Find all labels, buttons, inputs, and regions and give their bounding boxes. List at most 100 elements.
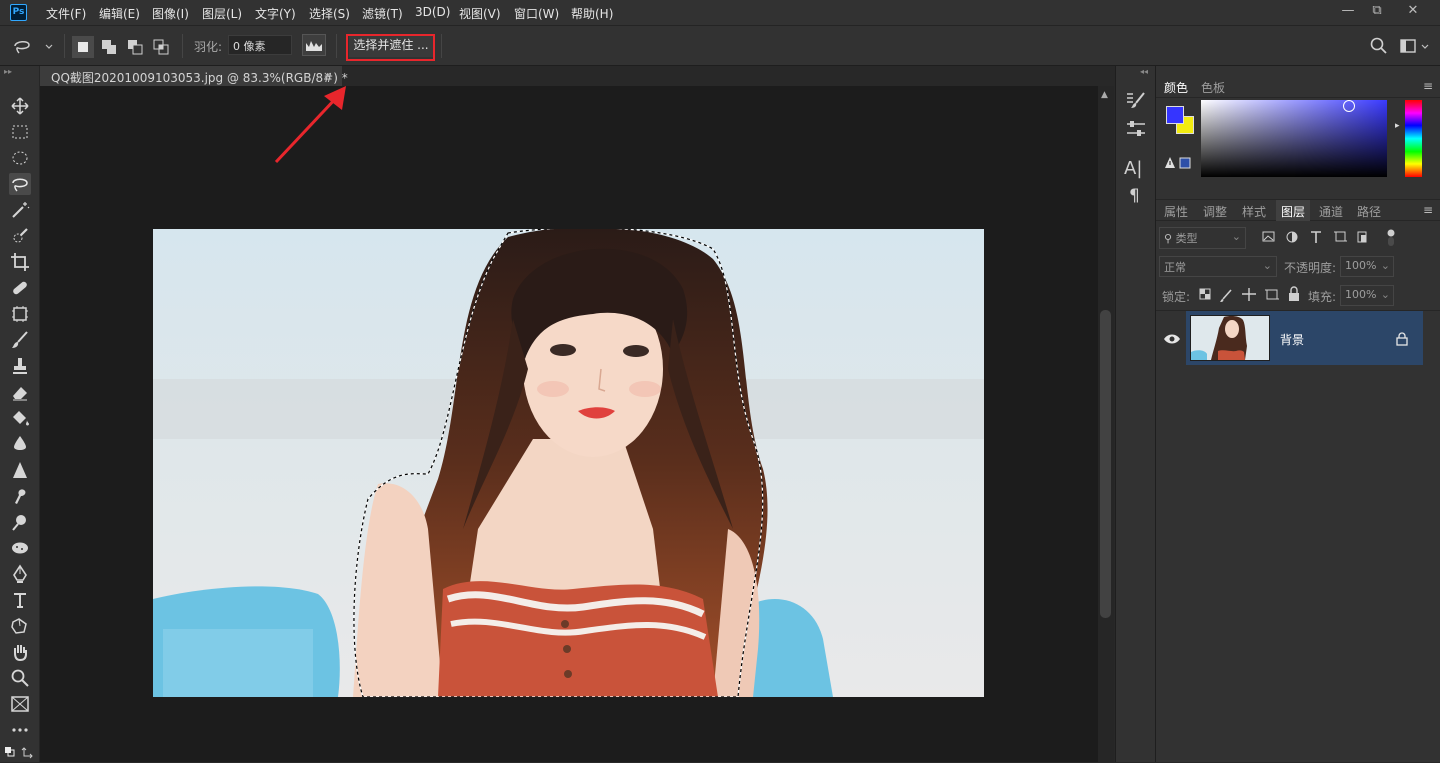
- bucket-icon: [13, 411, 29, 426]
- scrollbar-thumb[interactable]: [1100, 310, 1111, 618]
- sliders-icon: [1127, 121, 1145, 136]
- menu-window[interactable]: 窗口(W): [514, 5, 559, 22]
- tab-paths[interactable]: 路径: [1357, 203, 1381, 220]
- pen-tool[interactable]: [9, 563, 31, 585]
- filter-type-icons[interactable]: [1261, 229, 1401, 247]
- chevron-down-icon: ⌄: [1262, 259, 1272, 272]
- layer-lock-indicator: [1396, 332, 1408, 346]
- opacity-label: 不透明度:: [1284, 261, 1337, 275]
- path-selection-tool[interactable]: [9, 615, 31, 637]
- quick-selection-tool[interactable]: [9, 225, 31, 247]
- move-tool[interactable]: [9, 95, 31, 117]
- crop-tool[interactable]: [9, 251, 31, 273]
- more-icon: [12, 728, 28, 732]
- color-picker-field[interactable]: [1201, 100, 1387, 177]
- menu-view[interactable]: 视图(V): [459, 5, 501, 22]
- workspace-switcher[interactable]: [1398, 36, 1432, 56]
- menu-type[interactable]: 文字(Y): [255, 5, 296, 22]
- layer-name[interactable]: 背景: [1280, 331, 1304, 348]
- tool-preset-picker[interactable]: [10, 34, 54, 58]
- layer-thumbnail: [1190, 315, 1270, 361]
- type-tool[interactable]: [9, 589, 31, 611]
- pen-icon: [13, 564, 27, 583]
- layer-filter-select[interactable]: ⚲ 类型 ⌄: [1159, 227, 1246, 249]
- menu-select[interactable]: 选择(S): [309, 5, 350, 22]
- blur-tool[interactable]: [9, 433, 31, 455]
- color-panel-header: [1156, 76, 1440, 98]
- opacity-value: 100%: [1345, 259, 1377, 272]
- rect-marquee-icon: [12, 125, 28, 139]
- menu-layer[interactable]: 图层(L): [202, 5, 242, 22]
- foreground-color-chip[interactable]: [1166, 106, 1184, 124]
- brush-settings-button[interactable]: [1124, 90, 1148, 112]
- menu-3d[interactable]: 3D(D): [415, 5, 450, 19]
- smudge-tool[interactable]: [9, 485, 31, 507]
- intersect-selection-button[interactable]: [150, 36, 172, 58]
- subtract-selection-button[interactable]: [124, 36, 146, 58]
- tab-styles[interactable]: 样式: [1242, 203, 1266, 220]
- add-selection-button[interactable]: [98, 36, 120, 58]
- edit-toolbar-button[interactable]: [9, 719, 31, 741]
- magic-wand-tool[interactable]: [9, 199, 31, 221]
- restore-button[interactable]: ⧉: [1362, 0, 1392, 24]
- character-icon: A|: [1124, 158, 1143, 179]
- healing-brush-tool[interactable]: [9, 277, 31, 299]
- menu-filter[interactable]: 滤镜(T): [362, 5, 403, 22]
- close-window-button[interactable]: ✕: [1398, 0, 1428, 24]
- default-colors-swap[interactable]: [4, 744, 36, 760]
- tab-swatches[interactable]: 色板: [1201, 79, 1225, 96]
- new-selection-button[interactable]: [72, 36, 94, 58]
- patch-icon: [12, 306, 28, 322]
- layers-menu-icon[interactable]: ≡: [1423, 203, 1433, 217]
- hue-slider[interactable]: [1405, 100, 1422, 177]
- lock-options-icons[interactable]: [1198, 286, 1304, 304]
- marquee-tool[interactable]: [9, 121, 31, 143]
- panel-menu-icon[interactable]: ≡: [1423, 79, 1433, 93]
- tab-properties[interactable]: 属性: [1164, 203, 1188, 220]
- layer-filter-label: 类型: [1175, 232, 1198, 245]
- tab-color[interactable]: 颜色: [1164, 79, 1188, 96]
- layer-filter-icons: [1261, 229, 1401, 247]
- zoom-tool[interactable]: [9, 667, 31, 689]
- collapse-strip-icon[interactable]: ◂◂: [1140, 67, 1148, 76]
- tab-close-icon[interactable]: ×: [323, 69, 332, 82]
- layer-visibility-toggle[interactable]: [1163, 333, 1181, 345]
- document-image[interactable]: [153, 226, 984, 698]
- menu-image[interactable]: 图像(I): [152, 5, 189, 22]
- color-picker-cursor[interactable]: [1343, 100, 1355, 112]
- blend-mode-select[interactable]: 正常 ⌄: [1159, 256, 1277, 277]
- feather-input[interactable]: 0 像素: [228, 35, 292, 55]
- gamut-warning[interactable]: [1164, 156, 1196, 170]
- blend-mode-value: 正常: [1164, 261, 1186, 274]
- sponge-tool[interactable]: [9, 537, 31, 559]
- tab-layers[interactable]: 图层: [1281, 203, 1305, 220]
- dodge-tool[interactable]: [9, 511, 31, 533]
- character-panel-button[interactable]: A|: [1124, 158, 1148, 180]
- search-button[interactable]: [1369, 36, 1389, 56]
- brush-settings-icon: [1127, 92, 1145, 108]
- menu-file[interactable]: 文件(F): [46, 5, 86, 22]
- collapse-tools-icon[interactable]: ▸▸: [4, 67, 12, 76]
- frame-tool[interactable]: [9, 303, 31, 325]
- lasso-tool[interactable]: [9, 173, 31, 195]
- fill-input[interactable]: 100% ⌄: [1340, 285, 1394, 306]
- hand-tool[interactable]: [9, 641, 31, 663]
- clone-stamp-tool[interactable]: [9, 355, 31, 377]
- opacity-input[interactable]: 100% ⌄: [1340, 256, 1394, 277]
- paragraph-panel-button[interactable]: ¶: [1129, 186, 1149, 208]
- adjustments-button[interactable]: [1124, 118, 1148, 140]
- menu-help[interactable]: 帮助(H): [571, 5, 613, 22]
- eraser-tool[interactable]: [9, 381, 31, 403]
- sharpen-tool[interactable]: [9, 459, 31, 481]
- paint-bucket-tool[interactable]: [9, 407, 31, 429]
- brush-tool[interactable]: [9, 329, 31, 351]
- workspace-icon: [1400, 39, 1429, 53]
- tab-adjustments[interactable]: 调整: [1203, 203, 1227, 220]
- scroll-up-icon[interactable]: ▲: [1101, 90, 1108, 100]
- menu-edit[interactable]: 编辑(E): [99, 5, 140, 22]
- elliptical-marquee-tool[interactable]: [9, 147, 31, 169]
- minimize-button[interactable]: —: [1333, 0, 1363, 24]
- anti-alias-toggle[interactable]: [302, 34, 326, 56]
- tab-channels[interactable]: 通道: [1319, 203, 1343, 220]
- frame-tool-2[interactable]: [9, 693, 31, 715]
